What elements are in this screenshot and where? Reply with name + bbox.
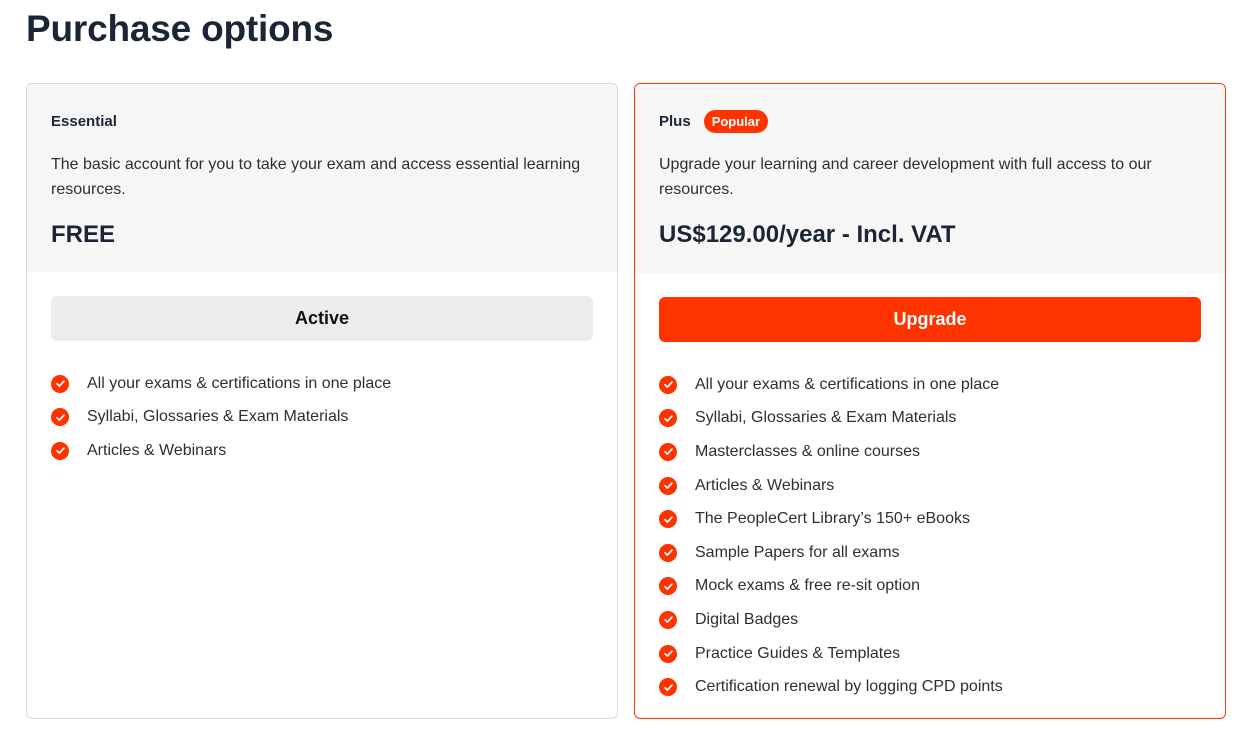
essential-plan-name: Essential xyxy=(51,113,117,130)
feature-item: Practice Guides & Templates xyxy=(659,637,1201,671)
plus-feature-list: All your exams & certifications in one p… xyxy=(659,368,1201,704)
feature-label: Syllabi, Glossaries & Exam Materials xyxy=(695,409,957,427)
feature-item: The PeopleCert Library’s 150+ eBooks xyxy=(659,502,1201,536)
feature-label: Masterclasses & online courses xyxy=(695,442,920,460)
feature-item: Syllabi, Glossaries & Exam Materials xyxy=(51,401,593,435)
check-circle-icon xyxy=(659,644,677,663)
feature-label: Mock exams & free re-sit option xyxy=(695,577,920,595)
essential-plan-header: Essential The basic account for you to t… xyxy=(27,84,617,272)
essential-plan-card: Essential The basic account for you to t… xyxy=(26,83,618,719)
feature-label: Certification renewal by logging CPD poi… xyxy=(695,678,1003,696)
upgrade-button[interactable]: Upgrade xyxy=(659,297,1201,342)
check-circle-icon xyxy=(659,476,677,495)
feature-item: Articles & Webinars xyxy=(659,469,1201,503)
feature-label: Digital Badges xyxy=(695,610,799,628)
popular-badge: Popular xyxy=(703,110,769,133)
check-circle-icon xyxy=(659,610,677,629)
check-circle-icon xyxy=(51,408,69,427)
check-circle-icon xyxy=(659,678,677,697)
check-circle-icon xyxy=(659,510,677,529)
check-circle-icon xyxy=(51,374,69,393)
essential-plan-description: The basic account for you to take your e… xyxy=(51,156,581,198)
feature-item: Articles & Webinars xyxy=(51,434,593,468)
feature-item: Mock exams & free re-sit option xyxy=(659,570,1201,604)
feature-item: All your exams & certifications in one p… xyxy=(51,367,593,401)
check-circle-icon xyxy=(659,577,677,596)
feature-item: All your exams & certifications in one p… xyxy=(659,368,1201,402)
feature-label: Practice Guides & Templates xyxy=(695,644,901,662)
feature-item: Digital Badges xyxy=(659,603,1201,637)
check-circle-icon xyxy=(659,409,677,428)
plus-plan-name: Plus xyxy=(659,113,691,130)
feature-label: Articles & Webinars xyxy=(695,476,835,494)
plan-name-row: Plus Popular xyxy=(659,110,1201,133)
check-circle-icon xyxy=(659,442,677,461)
feature-item: Syllabi, Glossaries & Exam Materials xyxy=(659,402,1201,436)
plus-plan-description: Upgrade your learning and career develop… xyxy=(659,156,1152,198)
check-circle-icon xyxy=(659,375,677,394)
feature-item: Sample Papers for all exams xyxy=(659,536,1201,570)
essential-plan-price: FREE xyxy=(51,221,116,248)
active-button[interactable]: Active xyxy=(51,296,593,341)
essential-feature-list: All your exams & certifications in one p… xyxy=(51,367,593,468)
feature-label: Sample Papers for all exams xyxy=(695,543,900,561)
feature-label: All your exams & certifications in one p… xyxy=(695,375,1000,393)
plus-plan-body: Upgrade All your exams & certifications … xyxy=(635,273,1225,704)
feature-item: Certification renewal by logging CPD poi… xyxy=(659,670,1201,704)
plan-name-row: Essential xyxy=(51,111,593,132)
check-circle-icon xyxy=(659,543,677,562)
essential-plan-body: Active All your exams & certifications i… xyxy=(27,272,617,468)
feature-label: Syllabi, Glossaries & Exam Materials xyxy=(87,408,349,426)
purchase-options-page: Purchase options Essential The basic acc… xyxy=(0,0,1250,730)
plus-plan-header: Plus Popular Upgrade your learning and c… xyxy=(635,84,1225,273)
plus-plan-price: US$129.00/year - Incl. VAT xyxy=(659,221,956,248)
feature-label: Articles & Webinars xyxy=(87,441,227,459)
page-title: Purchase options xyxy=(26,8,334,49)
feature-item: Masterclasses & online courses xyxy=(659,435,1201,469)
plus-plan-card: Plus Popular Upgrade your learning and c… xyxy=(634,83,1226,719)
check-circle-icon xyxy=(51,441,69,460)
feature-label: All your exams & certifications in one p… xyxy=(87,374,392,392)
feature-label: The PeopleCert Library’s 150+ eBooks xyxy=(695,510,970,528)
